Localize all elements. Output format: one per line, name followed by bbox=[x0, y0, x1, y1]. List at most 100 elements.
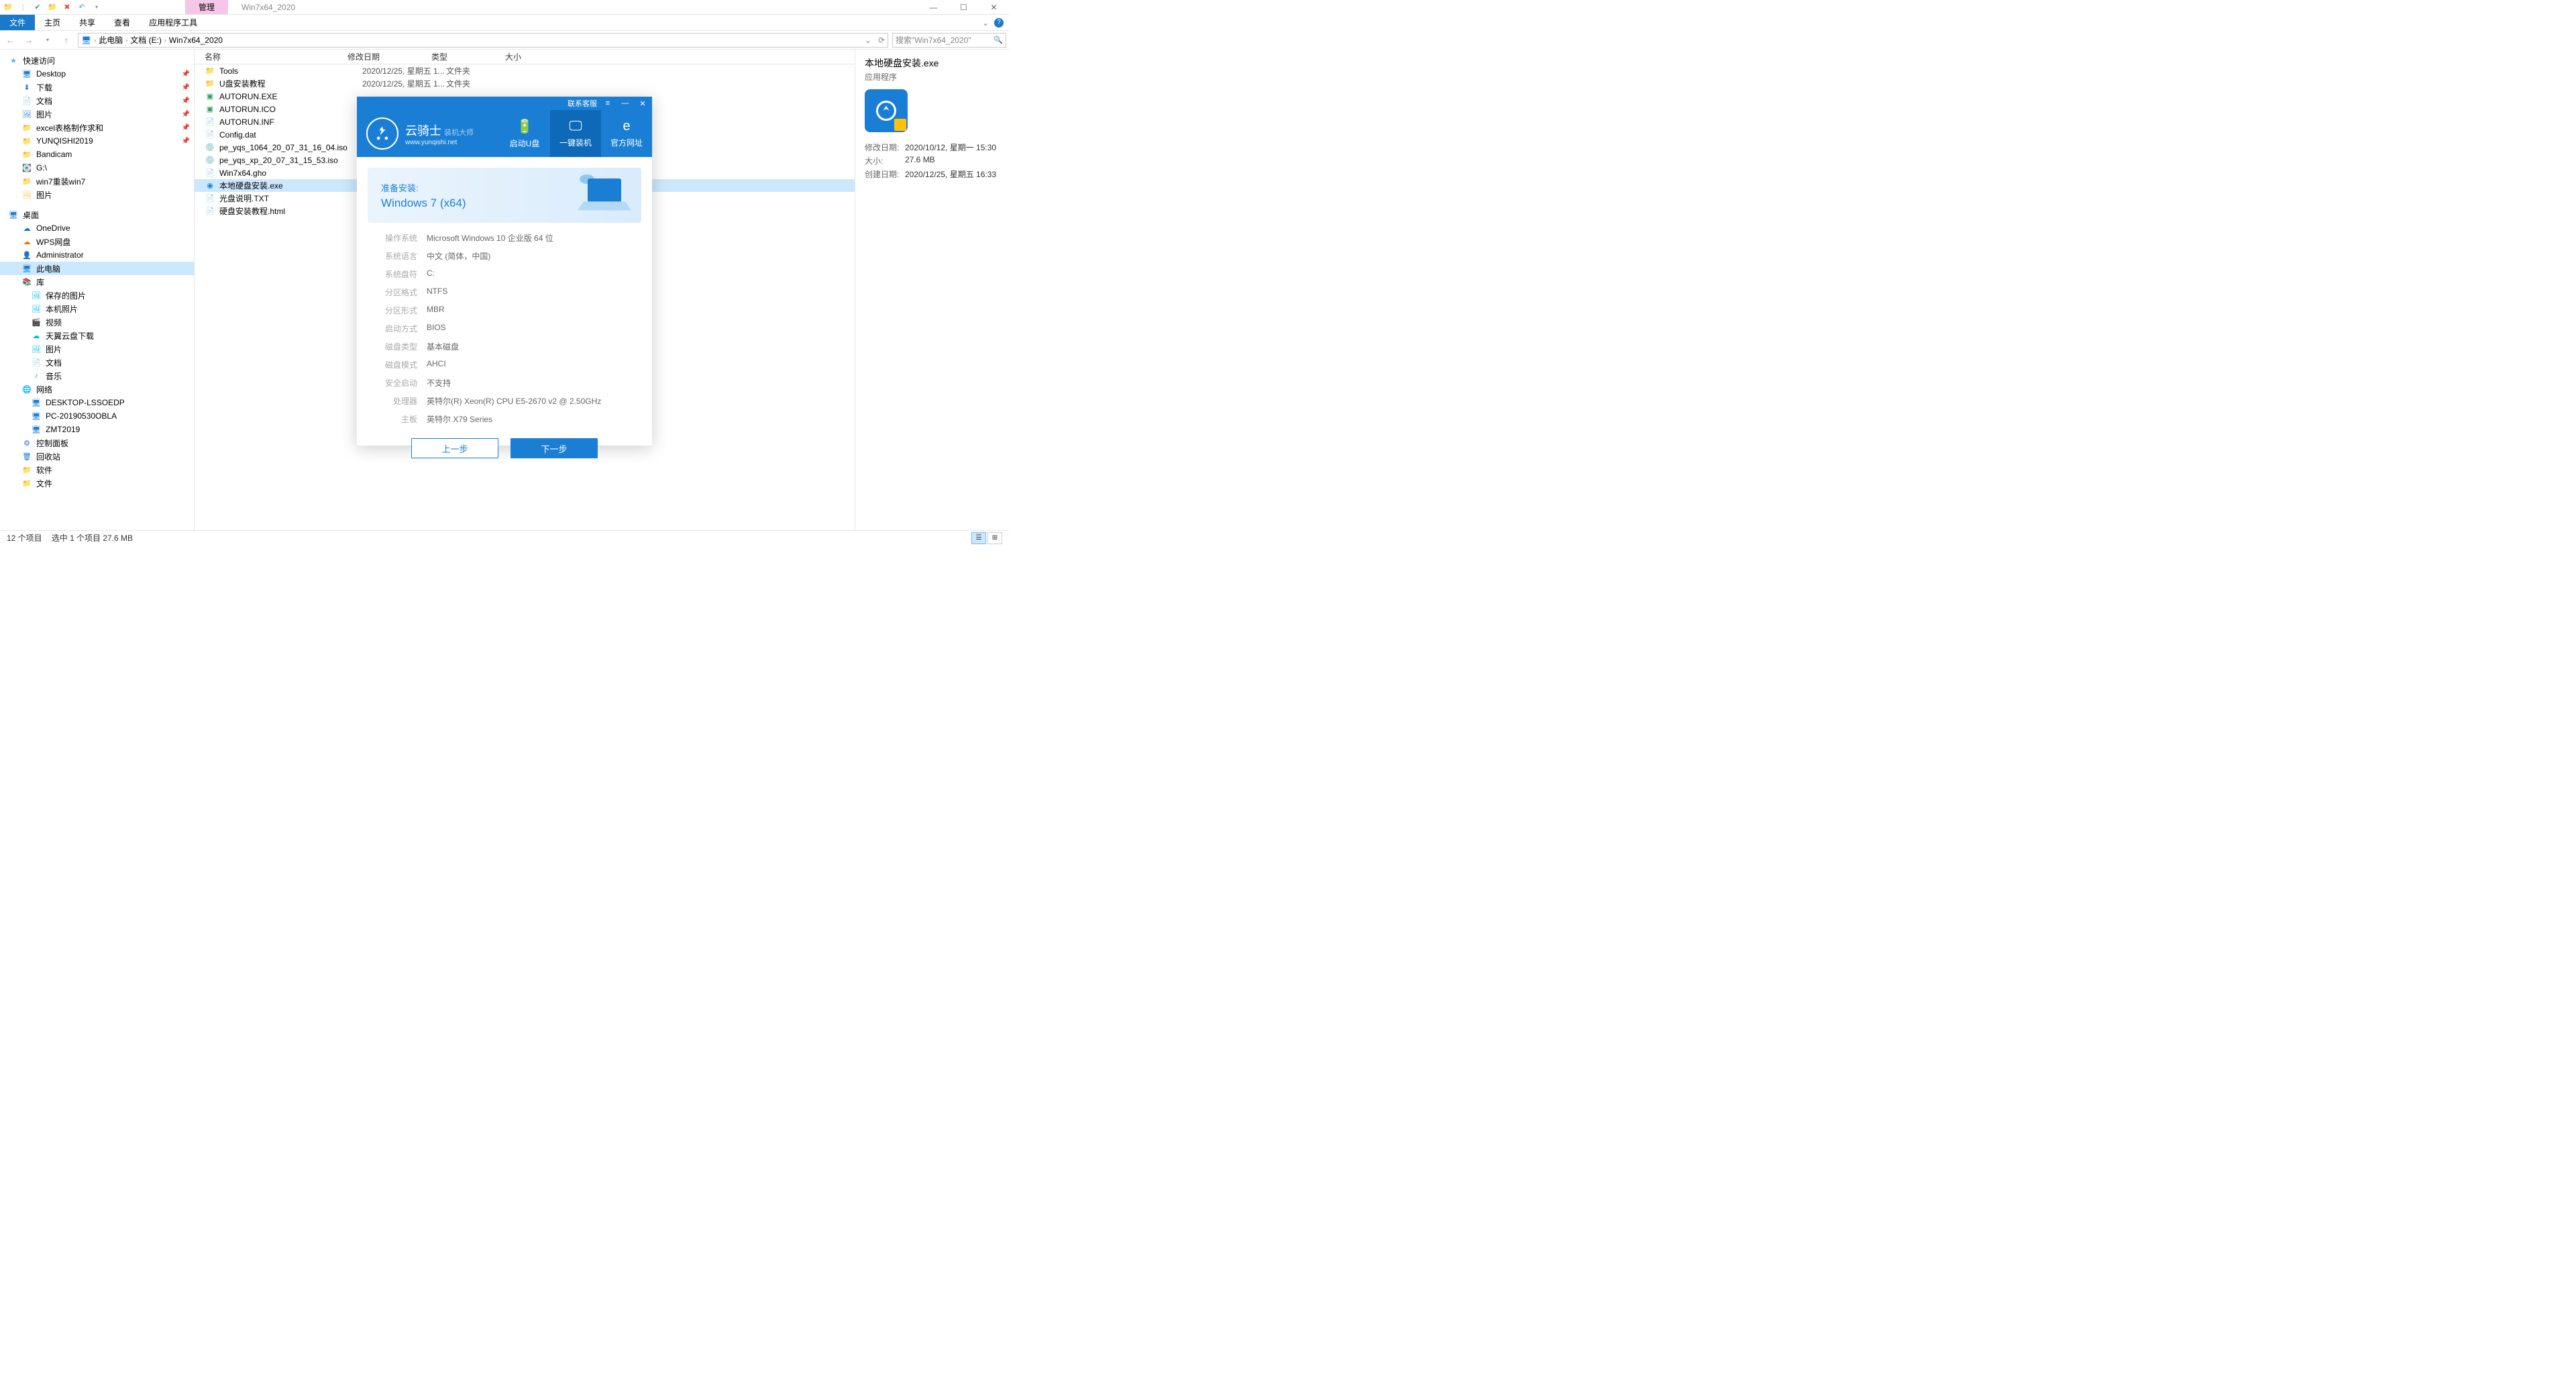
nav-item[interactable]: 📁excel表格制作求和📌 bbox=[0, 121, 194, 134]
file-row[interactable]: 📁U盘安装教程2020/12/25, 星期五 1...文件夹 bbox=[195, 77, 855, 90]
nav-item[interactable]: 🌐网络 bbox=[0, 382, 194, 396]
nav-item[interactable]: ⚙控制面板 bbox=[0, 436, 194, 450]
nav-item[interactable]: 🖼保存的图片 bbox=[0, 289, 194, 302]
tab-official-site[interactable]: e 官方网址 bbox=[601, 110, 652, 157]
nav-item[interactable]: 💽G:\ bbox=[0, 161, 194, 174]
nav-item[interactable]: ☁OneDrive bbox=[0, 221, 194, 235]
tab-boot-usb[interactable]: 🔋 启动U盘 bbox=[499, 110, 550, 157]
nav-item[interactable]: 📚库 bbox=[0, 275, 194, 289]
minimize-button[interactable]: — bbox=[918, 0, 949, 15]
forward-button[interactable]: → bbox=[21, 33, 36, 48]
column-size[interactable]: 大小 bbox=[505, 51, 559, 62]
nav-item[interactable]: 🖼本机照片 bbox=[0, 302, 194, 315]
qat-sep-icon: | bbox=[17, 2, 28, 13]
details-title: 本地硬盘安装.exe bbox=[865, 56, 1000, 70]
search-input[interactable]: 搜索"Win7x64_2020" 🔍 bbox=[892, 33, 1006, 48]
thumbnails-view-button[interactable]: ⊞ bbox=[987, 532, 1002, 544]
search-icon[interactable]: 🔍 bbox=[994, 36, 1003, 44]
tab-one-click-install[interactable]: 🖵 一键装机 bbox=[550, 110, 601, 157]
desktop-root[interactable]: 🖥 桌面 bbox=[0, 208, 194, 221]
nav-item[interactable]: 📁YUNQISHI2019📌 bbox=[0, 134, 194, 148]
nav-item[interactable]: 📁文件 bbox=[0, 476, 194, 490]
prev-button[interactable]: 上一步 bbox=[411, 438, 498, 458]
close-button[interactable]: ✕ bbox=[979, 0, 1009, 15]
nav-item[interactable]: ☁WPS网盘 bbox=[0, 235, 194, 248]
column-name[interactable]: 名称 bbox=[195, 51, 347, 62]
home-tab[interactable]: 主页 bbox=[35, 15, 70, 30]
crumb-drive[interactable]: 文档 (E:) bbox=[130, 34, 162, 46]
nav-item[interactable]: ⬇下载📌 bbox=[0, 81, 194, 94]
manage-contextual-tab[interactable]: 管理 bbox=[185, 0, 228, 14]
dialog-minimize-button[interactable]: — bbox=[619, 98, 632, 109]
system-info-row: 主板英特尔 X79 Series bbox=[368, 413, 641, 425]
nav-item[interactable]: 📄文档📌 bbox=[0, 94, 194, 107]
system-info-row: 安全启动不支持 bbox=[368, 377, 641, 389]
nav-item[interactable]: 🖼图片📌 bbox=[0, 107, 194, 121]
crumb-folder[interactable]: Win7x64_2020 bbox=[169, 36, 223, 45]
app-tools-tab[interactable]: 应用程序工具 bbox=[140, 15, 207, 30]
nav-item-icon: 🖥 bbox=[31, 424, 42, 435]
quick-access-root[interactable]: ★ 快速访问 bbox=[0, 54, 194, 67]
system-info-row: 操作系统Microsoft Windows 10 企业版 64 位 bbox=[368, 232, 641, 244]
nav-item[interactable]: 🖥PC-20190530OBLA bbox=[0, 409, 194, 423]
prepare-label: 准备安装: bbox=[381, 181, 466, 194]
ribbon-expand-icon[interactable]: ⌄ bbox=[982, 18, 989, 28]
file-icon: 📁 bbox=[205, 66, 215, 76]
property-value: 2020/12/25, 星期五 16:33 bbox=[905, 168, 996, 180]
nav-item[interactable]: 🖥此电脑 bbox=[0, 262, 194, 275]
nav-item[interactable]: 🖥ZMT2019 bbox=[0, 423, 194, 436]
dialog-menu-icon[interactable]: ≡ bbox=[601, 98, 614, 109]
details-property-row: 修改日期:2020/10/12, 星期一 15:30 bbox=[865, 142, 1000, 153]
view-tab[interactable]: 查看 bbox=[105, 15, 140, 30]
nav-item[interactable]: 🎬视频 bbox=[0, 315, 194, 329]
pin-icon: 📌 bbox=[182, 97, 190, 105]
nav-item[interactable]: 🖼图片 bbox=[0, 342, 194, 356]
nav-item-label: 文档 bbox=[36, 95, 52, 107]
qat-folder-icon[interactable]: 📁 bbox=[47, 2, 58, 13]
file-row[interactable]: 📁Tools2020/12/25, 星期五 1...文件夹 bbox=[195, 64, 855, 77]
nav-item-icon: 📁 bbox=[21, 478, 32, 488]
nav-item[interactable]: 🖥Desktop📌 bbox=[0, 67, 194, 81]
file-type: 文件夹 bbox=[446, 78, 520, 89]
details-view-button[interactable]: ☰ bbox=[971, 532, 986, 544]
dialog-close-button[interactable]: ✕ bbox=[636, 98, 649, 109]
qat-undo-icon[interactable]: ↶ bbox=[76, 2, 87, 13]
help-icon[interactable]: ? bbox=[994, 18, 1004, 28]
nav-item[interactable]: 📁Bandicam bbox=[0, 148, 194, 161]
nav-item[interactable]: 🖥DESKTOP-LSSOEDP bbox=[0, 396, 194, 409]
nav-item-label: 软件 bbox=[36, 464, 52, 476]
share-tab[interactable]: 共享 bbox=[70, 15, 105, 30]
crumb-this-pc[interactable]: 此电脑 bbox=[99, 34, 123, 46]
nav-item[interactable]: 📁win7重装win7 bbox=[0, 174, 194, 188]
crumb-sep-icon: › bbox=[94, 37, 96, 44]
nav-item[interactable]: ☁天翼云盘下载 bbox=[0, 329, 194, 342]
nav-item-label: DESKTOP-LSSOEDP bbox=[46, 398, 125, 407]
qat-dropdown-icon[interactable]: ▾ bbox=[91, 2, 102, 13]
file-date: 2020/12/25, 星期五 1... bbox=[362, 78, 446, 89]
back-button[interactable]: ← bbox=[3, 33, 17, 48]
nav-item[interactable]: 🗑回收站 bbox=[0, 450, 194, 463]
maximize-button[interactable]: ☐ bbox=[949, 0, 979, 15]
nav-item-icon: 🌐 bbox=[21, 384, 32, 395]
nav-item-icon: 👤 bbox=[21, 250, 32, 260]
nav-item[interactable]: 📄文档 bbox=[0, 356, 194, 369]
refresh-icon[interactable]: ⟳ bbox=[878, 36, 885, 45]
recent-dropdown-icon[interactable]: ▾ bbox=[40, 33, 55, 48]
file-icon: 💿 bbox=[205, 142, 215, 153]
next-button[interactable]: 下一步 bbox=[511, 438, 598, 458]
file-tab[interactable]: 文件 bbox=[0, 15, 35, 30]
up-button[interactable]: ↑ bbox=[59, 33, 74, 48]
column-type[interactable]: 类型 bbox=[431, 51, 505, 62]
nav-item[interactable]: 🖼图片 bbox=[0, 188, 194, 201]
navigation-pane: ★ 快速访问 🖥Desktop📌⬇下载📌 📄文档 📌 🖼图片📌📁excel表格制作求和… bbox=[0, 50, 195, 530]
nav-item[interactable]: 📁软件 bbox=[0, 463, 194, 476]
nav-item[interactable]: 👤Administrator bbox=[0, 248, 194, 262]
qat-delete-icon[interactable]: ✖ bbox=[62, 2, 72, 13]
breadcrumb[interactable]: 🖥 › 此电脑 › 文档 (E:) › Win7x64_2020 ⌄ ⟳ bbox=[78, 33, 888, 48]
breadcrumb-dropdown-icon[interactable]: ⌄ bbox=[865, 36, 871, 45]
address-bar: ← → ▾ ↑ 🖥 › 此电脑 › 文档 (E:) › Win7x64_2020… bbox=[0, 31, 1009, 50]
column-date[interactable]: 修改日期 bbox=[347, 51, 431, 62]
nav-item[interactable]: ♪音乐 bbox=[0, 369, 194, 382]
contact-support-link[interactable]: 联系客服 bbox=[568, 98, 597, 109]
qat-check-icon[interactable]: ✔ bbox=[32, 2, 43, 13]
